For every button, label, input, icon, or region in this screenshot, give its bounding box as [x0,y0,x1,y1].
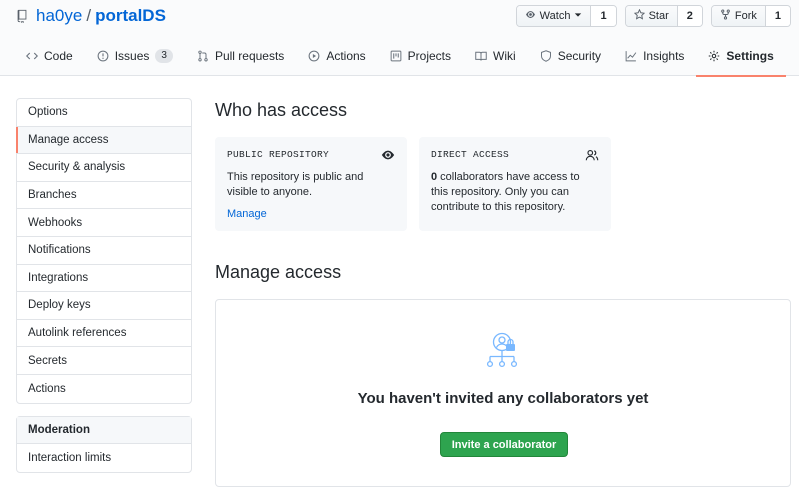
sidebar-item-options[interactable]: Options [17,99,191,127]
fork-label: Fork [734,10,757,22]
tab-insights[interactable]: Insights [613,45,696,76]
tab-code[interactable]: Code [16,45,85,76]
pull-request-icon [197,50,209,62]
tab-settings-label: Settings [726,49,774,63]
sidebar-item-manage-access[interactable]: Manage access [16,126,191,155]
graph-icon [625,50,637,62]
chevron-down-icon [574,10,582,22]
repo-separator: / [86,6,92,25]
fork-button[interactable]: Fork [711,6,766,26]
repo-title: ha0ye / portalDS [16,6,166,26]
sidebar-item-integrations[interactable]: Integrations [17,265,191,293]
tab-projects[interactable]: Projects [378,45,463,76]
tab-code-label: Code [44,49,73,63]
public-repository-label: PUBLIC REPOSITORY [227,149,330,160]
gear-icon [708,50,720,62]
direct-access-card: DIRECT ACCESS 0 collaborators have acces… [419,137,611,231]
star-icon [633,8,645,23]
book-icon [475,50,487,62]
star-label: Star [648,10,669,22]
public-repository-text: This repository is public and visible to… [227,171,364,198]
sidebar-item-interaction-limits[interactable]: Interaction limits [17,444,191,472]
issues-counter: 3 [155,49,173,63]
star-count[interactable]: 2 [677,6,702,26]
watch-button[interactable]: Watch [516,6,592,26]
watch-label: Watch [539,10,571,22]
settings-sidebar: Options Manage access Security & analysi… [16,98,192,404]
tab-issues[interactable]: Issues 3 [85,45,185,76]
moderation-sidebar: Moderation Interaction limits [16,416,192,473]
repo-name-link[interactable]: portalDS [95,6,166,26]
direct-access-text: 0 collaborators have access to this repo… [431,170,599,215]
eye-icon [381,148,395,162]
watch-count[interactable]: 1 [591,6,616,26]
sidebar-item-secrets[interactable]: Secrets [17,347,191,375]
sidebar-item-webhooks[interactable]: Webhooks [17,209,191,237]
repo-actions: Watch 1 Star 2 Fork 1 [515,5,791,27]
eye-icon [525,9,536,23]
tab-insights-label: Insights [643,49,685,63]
empty-state-message: You haven't invited any collaborators ye… [357,390,649,407]
collaborator-lock-icon [484,332,524,372]
people-icon [585,148,599,162]
tab-projects-label: Projects [407,49,452,63]
sidebar-item-security-analysis[interactable]: Security & analysis [17,154,191,182]
project-icon [390,50,402,62]
shield-icon [540,50,552,62]
tab-wiki-label: Wiki [493,49,516,63]
tab-settings[interactable]: Settings [696,45,787,77]
fork-group: Fork 1 [710,5,791,27]
tab-issues-label: Issues [114,49,150,63]
public-repository-card: PUBLIC REPOSITORY This repository is pub… [215,137,407,231]
tab-pull-requests-label: Pull requests [214,49,285,63]
invite-collaborator-button[interactable]: Invite a collaborator [440,432,568,457]
moderation-heading: Moderation [17,417,191,444]
watch-group: Watch 1 [515,5,617,27]
tab-wiki[interactable]: Wiki [463,45,528,76]
tab-actions-label: Actions [326,49,366,63]
manage-visibility-link[interactable]: Manage [227,208,267,220]
tab-pull-requests[interactable]: Pull requests [185,45,296,76]
repo-tabs: Code Issues 3 Pull requests Actions Proj… [16,45,787,77]
fork-icon [720,9,731,23]
star-button[interactable]: Star [625,6,678,26]
tab-security[interactable]: Security [528,45,613,76]
direct-access-label: DIRECT ACCESS [431,149,510,160]
fork-count[interactable]: 1 [765,6,790,26]
repo-owner-link[interactable]: ha0ye [36,6,82,26]
issue-icon [97,50,109,62]
sidebar-item-actions[interactable]: Actions [17,375,191,403]
sidebar-item-branches[interactable]: Branches [17,182,191,210]
sidebar-item-deploy-keys[interactable]: Deploy keys [17,292,191,320]
play-icon [308,50,320,62]
code-icon [26,50,38,62]
sidebar-item-notifications[interactable]: Notifications [17,237,191,265]
repo-icon [16,9,28,23]
collaborators-empty-state: You haven't invited any collaborators ye… [215,299,791,487]
star-group: Star 2 [624,5,703,27]
who-has-access-title: Who has access [215,100,348,120]
manage-access-title: Manage access [215,262,342,282]
tab-actions[interactable]: Actions [296,45,377,76]
direct-access-description: collaborators have access to this reposi… [431,171,580,213]
sidebar-item-autolink-references[interactable]: Autolink references [17,320,191,348]
repo-header: ha0ye / portalDS Watch 1 Star 2 Fork 1 C… [0,0,799,77]
tab-security-label: Security [557,49,602,63]
